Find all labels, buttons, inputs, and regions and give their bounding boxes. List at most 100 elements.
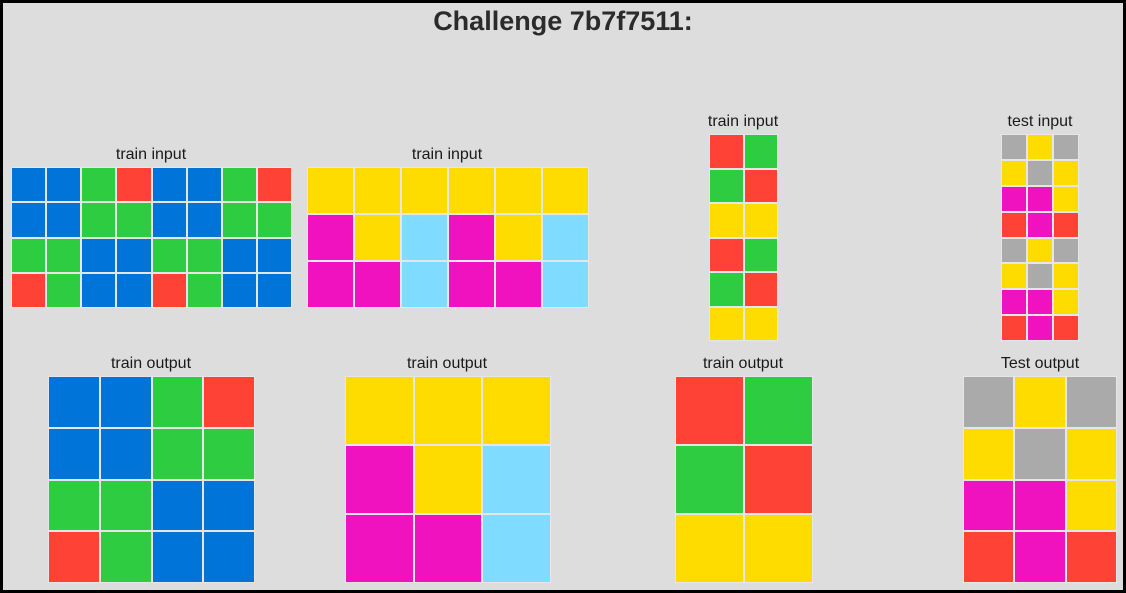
grid-cell (482, 376, 551, 445)
grid-cell (1001, 315, 1027, 341)
grid-cell (743, 272, 778, 307)
grid-cell (221, 272, 257, 308)
grid-cell (743, 134, 778, 169)
grid-cell (151, 272, 187, 308)
grid-train-output-1 (48, 376, 255, 583)
grid-cell (1065, 376, 1117, 428)
grid-cell (1053, 315, 1079, 341)
grid-cell (1053, 237, 1079, 264)
grid-cell (413, 514, 483, 583)
grid-cell (709, 134, 744, 169)
grid-cell (1001, 134, 1027, 160)
grid-cell (1014, 531, 1066, 583)
panel-label: train output (110, 355, 192, 372)
grid-cell (354, 167, 401, 214)
grid-cell (1065, 479, 1117, 532)
grid-cell (744, 376, 813, 445)
grid-cell (99, 427, 152, 480)
panel-label: Test output (1000, 355, 1080, 372)
grid-cell (186, 202, 222, 238)
grid-cell (1014, 376, 1066, 428)
grid-cell (116, 272, 152, 308)
grid-cell (675, 376, 744, 445)
grid-cell (1027, 237, 1053, 264)
grid-cell (81, 237, 117, 273)
panel-label: train output (406, 355, 488, 372)
grid-cell (345, 445, 414, 514)
grid-cell (256, 167, 292, 203)
grid-cell (81, 167, 117, 203)
grid-cell (256, 272, 292, 308)
grid-cell (448, 214, 495, 261)
grid-cell (48, 427, 100, 480)
grid-cell (1053, 159, 1079, 186)
grid-cell (11, 202, 47, 238)
grid-cell (963, 531, 1015, 583)
grid-cell (1027, 211, 1053, 238)
grid-cell (116, 237, 152, 273)
grid-cell (116, 202, 152, 238)
grid-cell (401, 261, 448, 308)
grid-cell (203, 479, 255, 532)
grid-cell (151, 479, 204, 532)
grid-cell (186, 167, 222, 203)
grid-cell (1065, 427, 1117, 480)
grid-cell (11, 237, 47, 273)
grid-cell (743, 306, 778, 341)
grid-cell (963, 479, 1015, 532)
grid-cell (495, 214, 542, 261)
grid-cell (495, 261, 542, 308)
grid-cell (1053, 211, 1079, 238)
grid-cell (46, 202, 82, 238)
grid-cell (186, 237, 222, 273)
grid-cell (151, 531, 204, 583)
grid-cell (1001, 185, 1027, 212)
grid-cell (1001, 263, 1027, 290)
grid-cell (1014, 479, 1066, 532)
grid-cell (709, 168, 744, 203)
grid-cell (46, 272, 82, 308)
grid-cell (151, 376, 204, 428)
grid-train-output-2 (345, 376, 551, 583)
grid-cell (709, 306, 744, 341)
grid-cell (743, 168, 778, 203)
grid-train-input-1 (11, 167, 292, 308)
grid-cell (256, 202, 292, 238)
grid-cell (495, 167, 542, 214)
grid-cell (542, 261, 589, 308)
grid-cell (46, 167, 82, 203)
grid-cell (1027, 263, 1053, 290)
grid-cell (48, 376, 100, 428)
grid-cell (345, 376, 414, 445)
grid-cell (256, 237, 292, 273)
panel-label: train output (702, 355, 784, 372)
grid-cell (354, 214, 401, 261)
grid-cell (203, 427, 255, 480)
grid-cell (354, 261, 401, 308)
grid-cell (11, 272, 47, 308)
panel-label: train input (411, 146, 483, 163)
panel-label: train input (707, 113, 779, 130)
grid-cell (709, 237, 744, 272)
grid-cell (1053, 263, 1079, 290)
grid-cell (203, 531, 255, 583)
grid-cell (203, 376, 255, 428)
grid-cell (709, 203, 744, 238)
grid-cell (307, 261, 354, 308)
grid-cell (1001, 289, 1027, 316)
grid-cell (448, 167, 495, 214)
grid-test-input (1001, 134, 1079, 341)
grid-cell (963, 427, 1015, 480)
grid-cell (99, 479, 152, 532)
grid-train-input-3 (709, 134, 778, 341)
grid-cell (186, 272, 222, 308)
grid-cell (99, 531, 152, 583)
panel-label: train input (115, 146, 187, 163)
grid-cell (1027, 315, 1053, 341)
grid-cell (307, 167, 354, 214)
grid-cell (401, 214, 448, 261)
grid-cell (1001, 237, 1027, 264)
grid-cell (675, 514, 744, 583)
grid-cell (48, 531, 100, 583)
grid-cell (46, 237, 82, 273)
